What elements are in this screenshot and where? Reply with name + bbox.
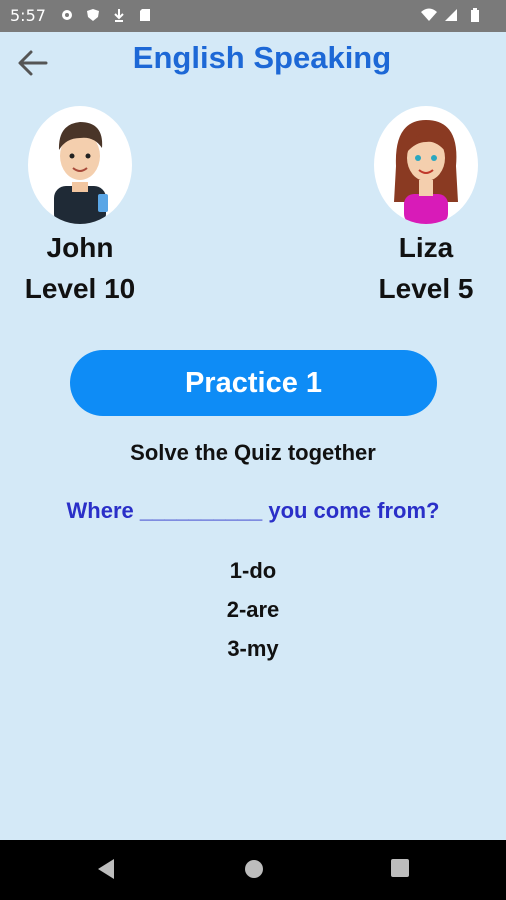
player-name: John (46, 232, 114, 263)
player-name: Liza (398, 232, 454, 263)
app-bar: English Speaking (0, 32, 506, 92)
player-level: Level 5 (378, 273, 474, 304)
settings-icon (62, 10, 72, 20)
signal-icon (445, 9, 457, 21)
quiz-option[interactable]: 2-are (0, 597, 506, 623)
player-card-john: John Level 10 (0, 106, 160, 310)
nav-back-icon[interactable] (96, 858, 116, 880)
practice-button[interactable]: Practice 1 (70, 350, 437, 416)
nav-home-icon[interactable] (243, 858, 265, 880)
battery-icon (471, 8, 479, 22)
download-icon (114, 9, 124, 22)
avatar-john (28, 106, 132, 224)
system-nav-bar (0, 840, 506, 900)
quiz-option[interactable]: 3-my (0, 636, 506, 662)
avatar-liza (374, 106, 478, 224)
status-time: 5:57 (10, 6, 46, 25)
sd-card-icon (140, 9, 150, 21)
nav-recents-icon[interactable] (390, 858, 410, 878)
status-bar: 5:57 (0, 0, 506, 32)
boy-avatar-icon (54, 122, 108, 224)
player-card-liza: Liza Level 5 (346, 106, 506, 310)
shield-icon (87, 9, 99, 21)
player-level: Level 10 (24, 273, 136, 304)
quiz-question: Where __________ you come from? (66, 498, 440, 523)
quiz-instruction: Solve the Quiz together (130, 440, 376, 465)
page-title: English Speaking (132, 40, 392, 75)
girl-avatar-icon (394, 120, 458, 224)
wifi-icon (421, 8, 437, 21)
quiz-option[interactable]: 1-do (0, 558, 506, 584)
